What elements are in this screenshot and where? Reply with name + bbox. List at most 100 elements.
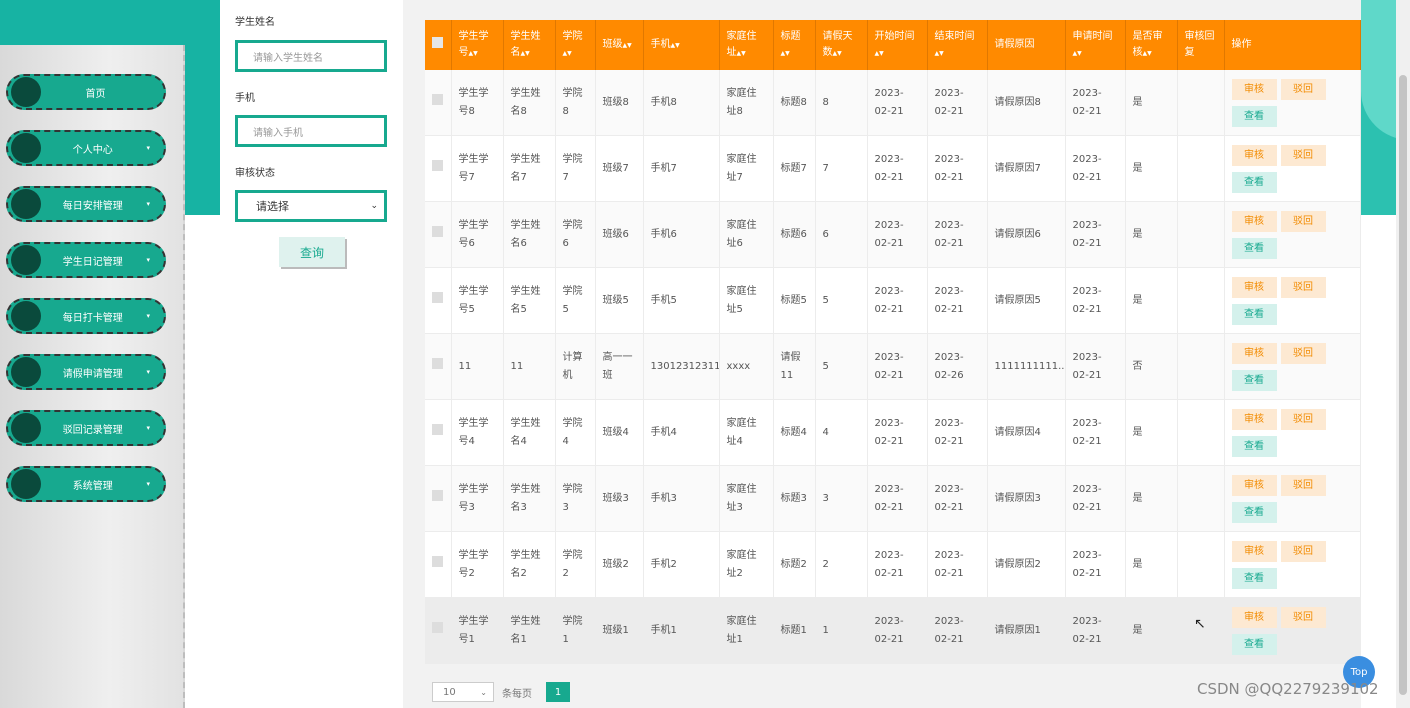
- column-header[interactable]: 班级▲▼: [595, 20, 644, 70]
- table-cell: 2023-02-21: [867, 333, 928, 400]
- row-checkbox[interactable]: [432, 555, 443, 567]
- row-checkbox[interactable]: [432, 291, 443, 303]
- reject-button[interactable]: 驳回: [1280, 606, 1326, 628]
- reject-button[interactable]: 驳回: [1280, 78, 1326, 100]
- sidebar-item[interactable]: 首页: [6, 74, 166, 110]
- view-button[interactable]: 查看: [1231, 567, 1277, 589]
- audit-button[interactable]: 审核: [1231, 408, 1277, 430]
- page-button-current[interactable]: 1: [546, 682, 570, 702]
- row-checkbox[interactable]: [432, 159, 443, 171]
- column-header[interactable]: 学生学号▲▼: [451, 20, 504, 70]
- sort-icon[interactable]: ▲▼: [875, 50, 884, 57]
- actions-cell: 审核 驳回 查看: [1224, 201, 1361, 268]
- row-checkbox[interactable]: [432, 423, 443, 435]
- sidebar-item-label: 系统管理: [72, 480, 113, 492]
- column-header[interactable]: 请假天数▲▼: [815, 20, 868, 70]
- row-checkbox[interactable]: [432, 621, 443, 633]
- table-cell: 6: [815, 201, 868, 268]
- view-button[interactable]: 查看: [1231, 171, 1277, 193]
- sort-icon[interactable]: ▲▼: [469, 50, 478, 57]
- reject-button[interactable]: 驳回: [1280, 210, 1326, 232]
- page-scrollbar[interactable]: [1396, 0, 1410, 708]
- table-cell: 2023-02-21: [1065, 531, 1126, 598]
- phone-input[interactable]: 请输入手机: [235, 115, 387, 147]
- reject-button[interactable]: 驳回: [1280, 342, 1326, 364]
- table-cell: 8: [815, 70, 868, 136]
- audit-button[interactable]: 审核: [1231, 78, 1277, 100]
- scrollbar-thumb[interactable]: [1399, 75, 1407, 695]
- sidebar-item[interactable]: 请假申请管理 ▾: [6, 354, 166, 390]
- table-cell: 2023-02-21: [927, 201, 988, 268]
- table-cell: 学院5: [555, 267, 596, 334]
- table-cell: 学生学号1: [451, 597, 504, 664]
- query-button[interactable]: 查询: [279, 237, 345, 267]
- column-header[interactable]: 是否审核▲▼: [1125, 20, 1178, 70]
- column-header[interactable]: 开始时间 ▲▼: [867, 20, 928, 70]
- sidebar-item[interactable]: 系统管理 ▾: [6, 466, 166, 502]
- column-header[interactable]: 结束时间 ▲▼: [927, 20, 988, 70]
- table-cell: 请假原因7: [987, 135, 1066, 202]
- table-cell: [1177, 267, 1225, 334]
- select-all-checkbox[interactable]: [432, 36, 443, 48]
- sort-icon[interactable]: ▲▼: [737, 50, 746, 57]
- view-button[interactable]: 查看: [1231, 369, 1277, 391]
- row-checkbox[interactable]: [432, 225, 443, 237]
- column-header[interactable]: 学生姓名▲▼: [503, 20, 556, 70]
- audit-button[interactable]: 审核: [1231, 144, 1277, 166]
- sort-icon[interactable]: ▲▼: [781, 50, 790, 57]
- sort-icon[interactable]: ▲▼: [671, 42, 680, 49]
- sidebar-item[interactable]: 驳回记录管理 ▾: [6, 410, 166, 446]
- sidebar-item[interactable]: 每日安排管理 ▾: [6, 186, 166, 222]
- view-button[interactable]: 查看: [1231, 237, 1277, 259]
- view-button[interactable]: 查看: [1231, 303, 1277, 325]
- column-header[interactable]: 手机▲▼: [643, 20, 720, 70]
- table-cell: 学生学号2: [451, 531, 504, 598]
- audit-button[interactable]: 审核: [1231, 342, 1277, 364]
- column-header[interactable]: 申请时间 ▲▼: [1065, 20, 1126, 70]
- table-cell: 13012312311: [643, 333, 720, 400]
- sidebar-item-label: 每日打卡管理: [62, 312, 123, 324]
- column-header[interactable]: 家庭住址▲▼: [719, 20, 774, 70]
- audit-button[interactable]: 审核: [1231, 210, 1277, 232]
- sidebar-item[interactable]: 个人中心 ▾: [6, 130, 166, 166]
- row-checkbox[interactable]: [432, 357, 443, 369]
- actions-cell: 审核 驳回 查看: [1224, 399, 1361, 466]
- row-checkbox[interactable]: [432, 489, 443, 501]
- table-cell: 2023-02-26: [927, 333, 988, 400]
- student-name-placeholder: 请输入学生姓名: [253, 52, 323, 64]
- view-button[interactable]: 查看: [1231, 105, 1277, 127]
- sort-icon[interactable]: ▲▼: [521, 50, 530, 57]
- audit-button[interactable]: 审核: [1231, 540, 1277, 562]
- row-checkbox[interactable]: [432, 93, 443, 105]
- sort-icon[interactable]: ▲▼: [563, 50, 572, 57]
- reject-button[interactable]: 驳回: [1280, 474, 1326, 496]
- column-header-label: 审核回复: [1184, 31, 1215, 58]
- page-size-select[interactable]: 10 ⌄: [432, 682, 494, 702]
- table-cell: 手机7: [643, 135, 720, 202]
- reject-button[interactable]: 驳回: [1280, 276, 1326, 298]
- sort-icon[interactable]: ▲▼: [1143, 50, 1152, 57]
- column-header[interactable]: 学院 ▲▼: [555, 20, 596, 70]
- sort-icon[interactable]: ▲▼: [833, 50, 842, 57]
- table-cell: 标题7: [773, 135, 816, 202]
- audit-button[interactable]: 审核: [1231, 474, 1277, 496]
- column-header-label: 结束时间: [934, 30, 975, 42]
- sort-icon[interactable]: ▲▼: [935, 50, 944, 57]
- table-cell: 家庭住址6: [719, 201, 774, 268]
- view-button[interactable]: 查看: [1231, 435, 1277, 457]
- audit-button[interactable]: 审核: [1231, 606, 1277, 628]
- column-header[interactable]: 标题 ▲▼: [773, 20, 816, 70]
- sidebar-item[interactable]: 学生日记管理 ▾: [6, 242, 166, 278]
- reject-button[interactable]: 驳回: [1280, 540, 1326, 562]
- audit-status-select[interactable]: 请选择 ⌄: [235, 190, 387, 222]
- sort-icon[interactable]: ▲▼: [623, 42, 632, 49]
- reject-button[interactable]: 驳回: [1280, 408, 1326, 430]
- sidebar-item[interactable]: 每日打卡管理 ▾: [6, 298, 166, 334]
- view-button[interactable]: 查看: [1231, 501, 1277, 523]
- sort-icon[interactable]: ▲▼: [1073, 50, 1082, 57]
- student-name-input[interactable]: 请输入学生姓名: [235, 40, 387, 72]
- reject-button[interactable]: 驳回: [1280, 144, 1326, 166]
- audit-button[interactable]: 审核: [1231, 276, 1277, 298]
- menu-bullet-icon: [11, 301, 41, 331]
- view-button[interactable]: 查看: [1231, 633, 1277, 655]
